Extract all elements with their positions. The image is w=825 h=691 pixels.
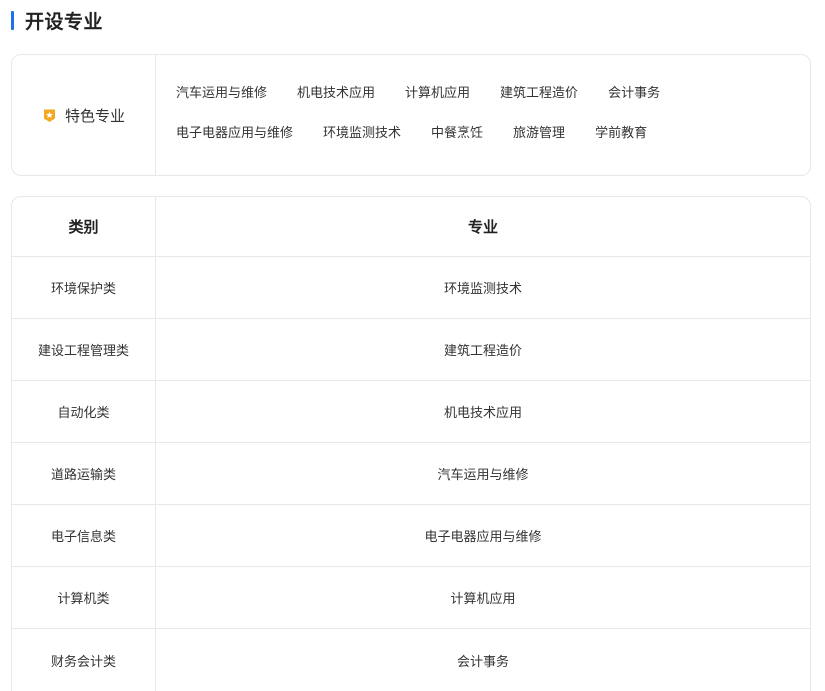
featured-item[interactable]: 电子电器应用与维修 — [176, 125, 293, 143]
heading-accent-bar — [11, 10, 14, 30]
featured-majors-panel: 特色专业 汽车运用与维修 机电技术应用 计算机应用 建筑工程造价 会计事务 电子… — [11, 54, 811, 176]
category-cell: 建设工程管理类 — [12, 319, 156, 380]
header-category: 类别 — [12, 197, 156, 256]
major-cell: 计算机应用 — [450, 592, 516, 607]
category-cell: 计算机类 — [12, 567, 156, 628]
table-row: 财务会计类 会计事务 — [12, 629, 810, 691]
category-cell: 电子信息类 — [12, 505, 156, 566]
table-header-row: 类别 专业 — [12, 197, 810, 257]
featured-label: 特色专业 — [64, 106, 125, 125]
major-cell: 会计事务 — [456, 654, 509, 670]
table-row: 计算机类 计算机应用 — [12, 567, 810, 629]
featured-item[interactable]: 学前教育 — [595, 125, 647, 143]
majors-page: 开设专业 特色专业 汽车运用与维修 机电技术应用 计算机应用 建筑工程造价 会计… — [0, 0, 825, 691]
featured-item[interactable]: 计算机应用 — [405, 85, 470, 103]
major-cell: 环境监测技术 — [443, 282, 522, 297]
table-row: 道路运输类 汽车运用与维修 — [12, 443, 810, 505]
category-cell: 道路运输类 — [12, 443, 156, 504]
featured-list: 汽车运用与维修 机电技术应用 计算机应用 建筑工程造价 会计事务 电子电器应用与… — [156, 55, 810, 175]
table-row: 环境保护类 环境监测技术 — [12, 257, 810, 319]
featured-item[interactable]: 汽车运用与维修 — [176, 85, 267, 103]
header-major: 专业 — [467, 218, 498, 236]
majors-table: 类别 专业 环境保护类 环境监测技术 建设工程管理类 建筑工程造价 自动化类 机… — [11, 196, 811, 691]
featured-item[interactable]: 旅游管理 — [513, 125, 565, 143]
category-cell: 财务会计类 — [12, 629, 156, 691]
section-heading: 开设专业 — [11, 8, 104, 33]
category-cell: 环境保护类 — [12, 257, 156, 318]
table-row: 建设工程管理类 建筑工程造价 — [12, 319, 810, 381]
major-cell: 机电技术应用 — [443, 406, 522, 421]
featured-item[interactable]: 机电技术应用 — [297, 85, 375, 103]
featured-item[interactable]: 建筑工程造价 — [500, 85, 578, 103]
category-cell: 自动化类 — [12, 381, 156, 442]
major-cell: 汽车运用与维修 — [437, 468, 529, 483]
section-title: 开设专业 — [25, 10, 104, 33]
table-row: 电子信息类 电子电器应用与维修 — [12, 505, 810, 567]
featured-item[interactable]: 环境监测技术 — [323, 125, 401, 143]
featured-item[interactable]: 中餐烹饪 — [431, 125, 483, 143]
major-cell: 电子电器应用与维修 — [424, 530, 542, 545]
table-row: 自动化类 机电技术应用 — [12, 381, 810, 443]
major-cell: 建筑工程造价 — [443, 344, 522, 359]
featured-item[interactable]: 会计事务 — [608, 85, 660, 103]
featured-label-cell: 特色专业 — [12, 55, 156, 175]
star-badge-icon — [42, 108, 57, 123]
